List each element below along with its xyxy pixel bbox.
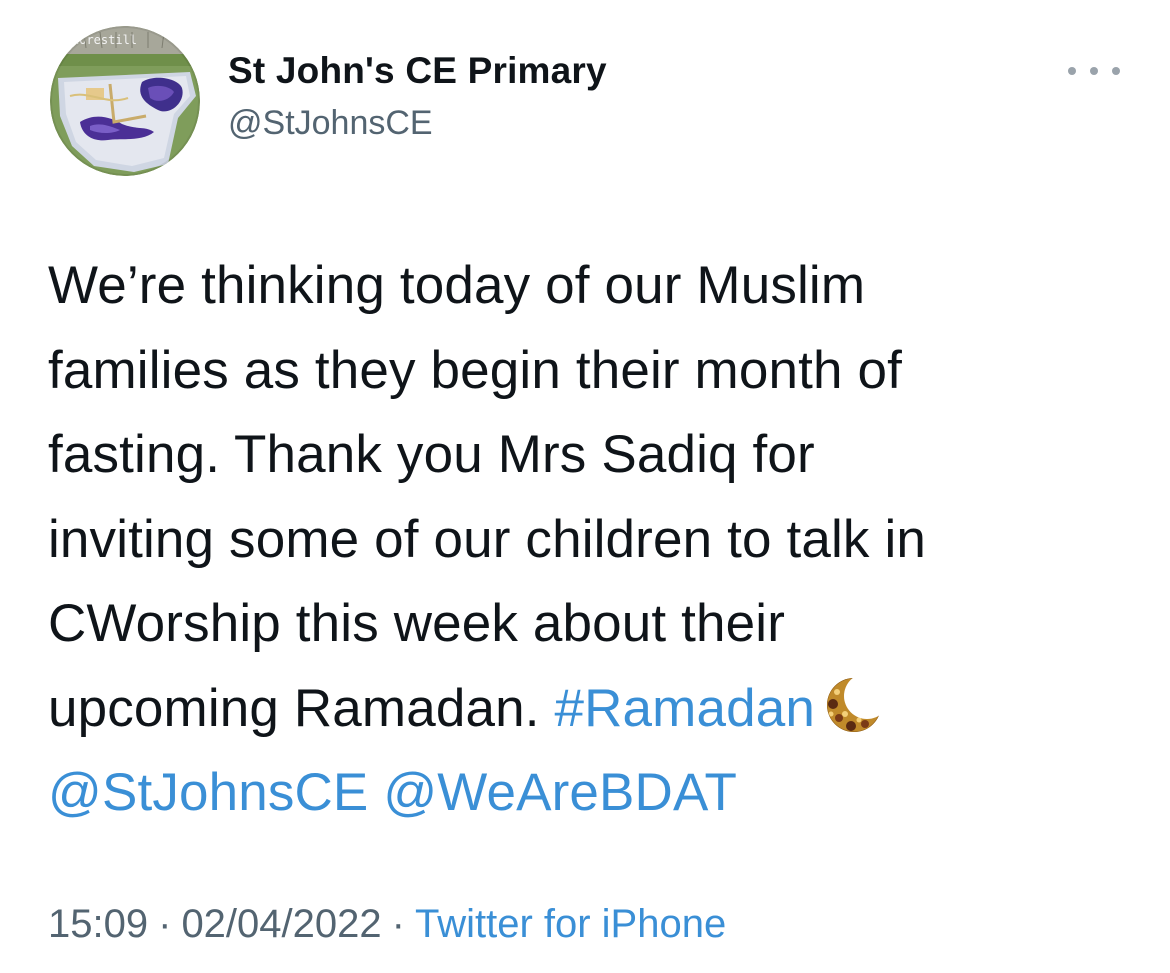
tweet-text: We’re thinking today of our Muslim famil… bbox=[48, 244, 1138, 836]
more-options-icon[interactable] bbox=[1068, 60, 1120, 82]
author-name[interactable]: St John's CE Primary bbox=[228, 50, 607, 92]
school-mosaic-avatar-icon: norestill bbox=[50, 26, 200, 176]
tweet-line: fasting. Thank you Mrs Sadiq for bbox=[48, 425, 815, 484]
author-avatar[interactable]: norestill bbox=[50, 26, 200, 176]
tweet-line: families as they begin their month of bbox=[48, 340, 902, 400]
tweet-line-with-hashtag: upcoming Ramadan. #Ramadan bbox=[48, 667, 1138, 752]
tweet-card: norestill St John's CE Primary @StJohnsC… bbox=[0, 0, 1170, 973]
mention-wearebdat-link[interactable]: @WeAreBDAT bbox=[383, 763, 737, 822]
hashtag-ramadan-link[interactable]: #Ramadan bbox=[555, 679, 815, 738]
crescent-moon-icon bbox=[822, 673, 885, 736]
tweet-line: inviting some of our children to talk in bbox=[48, 509, 926, 569]
meta-separator: · bbox=[391, 902, 405, 946]
tweet-line-text: upcoming Ramadan. bbox=[48, 678, 555, 738]
tweet-time[interactable]: 15:09 bbox=[48, 902, 148, 946]
meta-separator: · bbox=[158, 902, 172, 946]
tweet-source-link[interactable]: Twitter for iPhone bbox=[415, 902, 726, 946]
tweet-line: We’re thinking today of our Muslim bbox=[48, 256, 866, 315]
tweet-date[interactable]: 02/04/2022 bbox=[181, 902, 381, 946]
tweet-line: CWorship this week about their bbox=[48, 594, 786, 653]
mention-stjohnsce-link[interactable]: @StJohnsCE bbox=[48, 763, 368, 822]
tweet-meta: 15:09 · 02/04/2022 · Twitter for iPhone bbox=[48, 902, 726, 947]
author-handle[interactable]: @StJohnsCE bbox=[228, 104, 433, 143]
tweet-line-mentions: @StJohnsCE @WeAreBDAT bbox=[48, 751, 1138, 836]
